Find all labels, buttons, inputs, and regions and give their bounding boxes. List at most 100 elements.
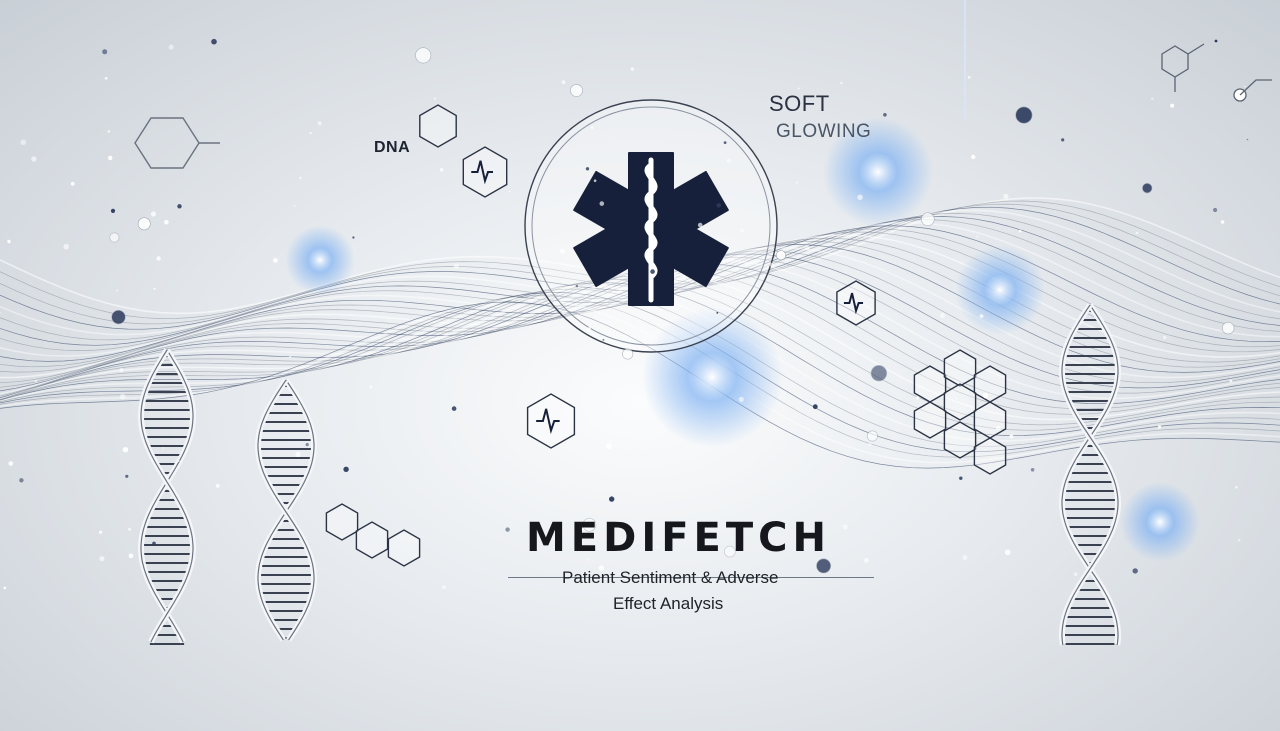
particle	[842, 524, 848, 530]
particle	[168, 44, 174, 50]
dna-helix-icon	[1059, 303, 1121, 646]
molecule-icon	[1161, 43, 1272, 102]
hexagon-icon	[419, 104, 457, 148]
particle	[505, 527, 510, 532]
particle	[1229, 379, 1233, 383]
hexagon-icon	[913, 401, 947, 439]
particle	[1238, 539, 1241, 542]
particle	[119, 393, 126, 400]
particle	[1135, 231, 1139, 235]
particle	[812, 404, 818, 410]
particle	[1246, 138, 1249, 141]
particle	[590, 126, 594, 130]
particle	[125, 474, 129, 478]
particle	[110, 208, 116, 213]
label-soft: SOFT	[769, 91, 830, 116]
particle	[289, 355, 292, 358]
particle	[560, 248, 566, 254]
particle	[1018, 229, 1022, 233]
particle	[299, 176, 302, 180]
particle	[996, 425, 1001, 431]
particle	[309, 132, 312, 135]
particle	[1142, 183, 1153, 194]
particle	[1061, 138, 1065, 142]
particle	[1132, 568, 1138, 574]
particle	[740, 228, 745, 233]
particle	[570, 84, 583, 97]
particle	[317, 121, 322, 126]
particle	[738, 396, 744, 402]
particle	[441, 585, 446, 590]
hexagon-icon	[943, 421, 977, 459]
particle	[1220, 220, 1225, 224]
particle	[1158, 425, 1162, 429]
particle	[108, 155, 113, 161]
particle	[1030, 468, 1035, 472]
particle	[976, 235, 979, 238]
particle	[415, 47, 432, 64]
particle	[508, 190, 511, 193]
particle	[31, 156, 37, 162]
particle	[137, 217, 151, 231]
particle	[8, 461, 14, 466]
glow-spot	[285, 225, 355, 295]
particle	[593, 179, 597, 182]
tagline-line-1: Patient Sentiment & Adverse	[562, 568, 779, 587]
particle	[177, 204, 182, 209]
particle	[215, 483, 220, 488]
particle	[864, 558, 869, 563]
particle	[453, 263, 459, 269]
particle	[622, 348, 634, 360]
particle	[797, 87, 800, 90]
brand-title: MEDIFETCH	[526, 515, 831, 561]
particle	[870, 365, 888, 382]
hexagon-icon	[973, 437, 1007, 475]
particle	[34, 379, 37, 383]
particle	[586, 327, 592, 332]
particle	[599, 201, 605, 206]
particle	[1015, 106, 1033, 124]
particle	[979, 314, 984, 318]
particle	[153, 287, 156, 290]
particle	[273, 258, 278, 263]
particle	[369, 385, 373, 389]
particle	[128, 527, 132, 531]
particle	[795, 181, 798, 184]
particle	[152, 541, 156, 546]
particle	[104, 76, 108, 80]
particle	[716, 203, 721, 208]
particle	[1214, 39, 1218, 43]
particle	[170, 496, 172, 499]
particle	[305, 443, 309, 447]
particle	[916, 396, 920, 400]
particle	[1170, 103, 1175, 108]
particle	[857, 194, 863, 201]
particle	[1009, 434, 1014, 439]
particle	[726, 158, 731, 163]
particle	[119, 368, 124, 372]
particle	[156, 256, 161, 261]
particle	[102, 49, 108, 55]
particle	[3, 586, 7, 590]
particle	[70, 181, 75, 186]
particle	[111, 310, 126, 325]
hexagon-icon	[387, 529, 421, 567]
hexagon-icon	[943, 383, 977, 421]
particle	[7, 239, 11, 244]
particle	[868, 443, 872, 446]
particle	[962, 555, 968, 561]
particle	[983, 393, 989, 399]
particle	[804, 244, 810, 251]
particle	[971, 154, 976, 160]
particle	[19, 478, 24, 483]
particle	[164, 219, 169, 225]
particle	[775, 250, 786, 261]
particle	[650, 269, 655, 274]
particle	[940, 312, 946, 319]
particle	[1004, 549, 1011, 556]
hexagon-icon	[355, 521, 389, 559]
dna-helix-icon	[255, 378, 317, 642]
particle	[116, 289, 119, 292]
particle	[840, 81, 843, 85]
particle	[769, 262, 774, 268]
